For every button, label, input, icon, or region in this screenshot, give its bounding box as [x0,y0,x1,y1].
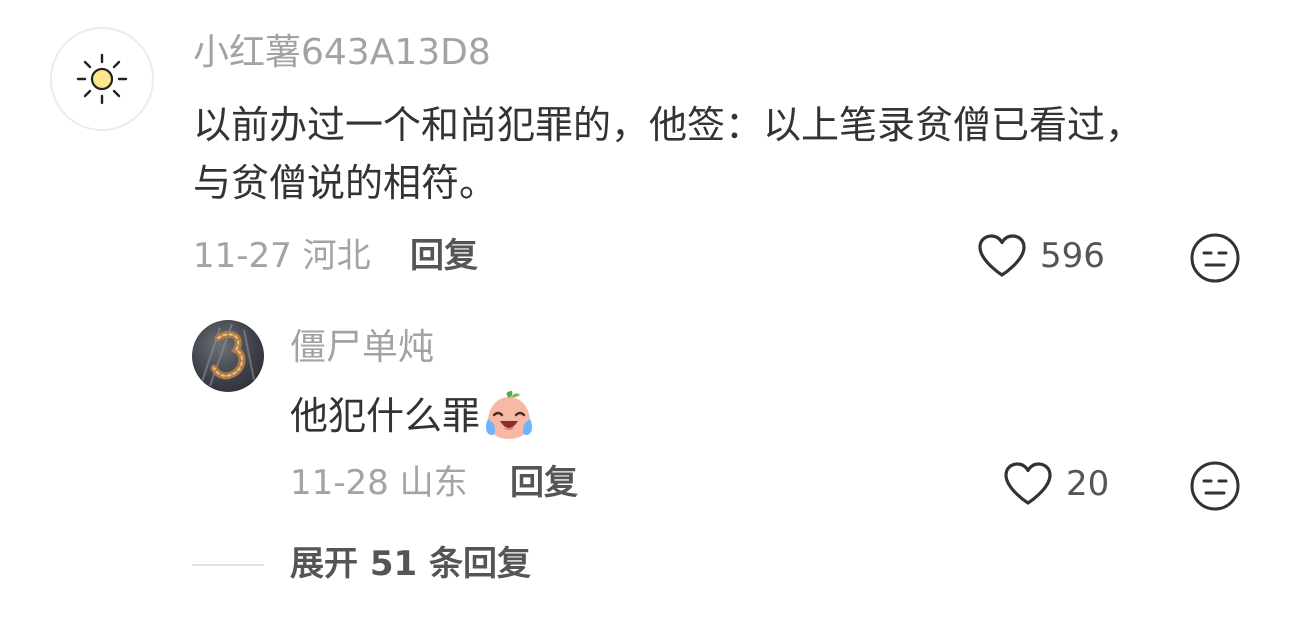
reply-button[interactable]: 回复 [410,239,478,273]
reply-dislike-button[interactable] [1189,460,1241,516]
reply-location: 山东 [399,463,468,503]
like-button[interactable]: 596 [976,233,1105,279]
comment-date: 11-27 [193,236,292,276]
like-count: 596 [1040,236,1105,276]
heart-icon [1004,462,1052,505]
expand-replies-button[interactable]: 展开 51 条回复 [290,547,531,581]
reply-username[interactable]: 僵尸单炖 [290,330,434,366]
neutral-face-icon [1190,233,1240,283]
reply-text: 他犯什么罪 [290,394,481,438]
comment-text-line2: 与贫僧说的相符。 [193,161,498,205]
heart-icon [978,234,1026,277]
expand-divider [192,564,264,566]
neutral-face-icon [1190,461,1240,511]
comment-text-line1: 以前办过一个和尚犯罪的，他签：以上笔录贫僧已看过， [193,103,1144,147]
reply-user-avatar[interactable] [192,320,264,392]
crying-laughing-peach-emoji [485,391,533,439]
comment-thread: 小红薯643A13D8 以前办过一个和尚犯罪的，他签：以上笔录贫僧已看过， 与贫… [0,0,1290,642]
comment-username[interactable]: 小红薯643A13D8 [193,35,491,71]
comment-meta: 11-27 河北 [193,239,371,273]
reply-date: 11-28 [290,463,389,503]
reply-meta: 11-28 山东 [290,466,468,500]
reply-like-count: 20 [1066,464,1110,504]
sun-icon [76,53,128,105]
number-three-avatar-image [201,323,255,387]
reply-text-row: 他犯什么罪 [290,387,536,445]
dislike-button[interactable] [1189,232,1241,288]
comment-location: 河北 [302,236,371,276]
reply-reply-button[interactable]: 回复 [510,466,578,500]
user-avatar[interactable] [50,27,154,131]
reply-like-button[interactable]: 20 [1002,461,1109,507]
